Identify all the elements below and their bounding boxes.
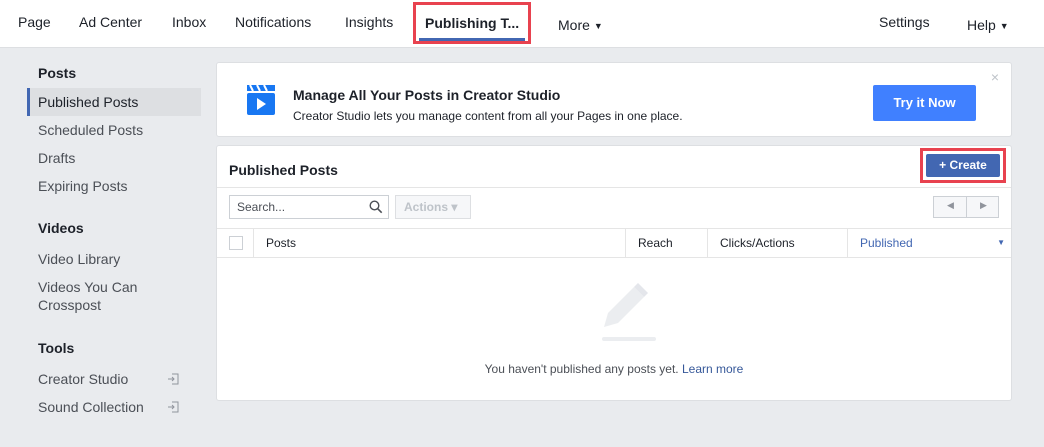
column-header-published-label: Published	[860, 236, 913, 250]
banner-subtitle: Creator Studio lets you manage content f…	[293, 109, 683, 123]
sidebar-item-videos-crosspost[interactable]: Videos You Can Crosspost	[38, 278, 168, 314]
pagination: ◀ ▶	[933, 196, 999, 218]
external-link-icon	[168, 373, 179, 385]
sidebar-item-expiring-posts[interactable]: Expiring Posts	[38, 177, 127, 195]
nav-ad-center[interactable]: Ad Center	[79, 14, 142, 30]
table-header: Posts Reach Clicks/Actions Published ▼	[217, 228, 1011, 258]
creator-studio-icon	[247, 85, 275, 115]
pager-divider	[966, 197, 967, 217]
top-navigation: Page Ad Center Inbox Notifications Insig…	[0, 0, 1044, 48]
try-it-now-button[interactable]: Try it Now	[873, 85, 976, 121]
pencil-icon	[602, 283, 656, 341]
sidebar-item-published-posts[interactable]: Published Posts	[38, 93, 138, 111]
nav-help-label: Help	[967, 17, 996, 33]
nav-help[interactable]: Help ▼	[967, 17, 1009, 33]
active-tab-indicator	[419, 38, 525, 41]
sidebar-item-scheduled-posts[interactable]: Scheduled Posts	[38, 121, 143, 139]
nav-notifications[interactable]: Notifications	[235, 14, 311, 30]
column-header-published[interactable]: Published ▼	[847, 229, 1011, 257]
search-input[interactable]	[230, 196, 360, 218]
search-box	[229, 195, 389, 219]
chevron-left-icon[interactable]: ◀	[947, 200, 954, 211]
external-link-icon	[168, 401, 179, 413]
caret-down-icon: ▼	[999, 21, 1009, 31]
published-posts-panel: Published Posts + Create Actions ▾ ◀ ▶ P…	[216, 145, 1012, 401]
nav-inbox[interactable]: Inbox	[172, 14, 206, 30]
sidebar-heading-posts: Posts	[38, 65, 77, 81]
create-button-highlight: + Create	[920, 148, 1006, 183]
divider	[217, 187, 1011, 188]
empty-state-message: You haven't published any posts yet. Lea…	[217, 362, 1011, 376]
banner-title: Manage All Your Posts in Creator Studio	[293, 87, 561, 103]
nav-more[interactable]: More ▼	[558, 17, 603, 33]
nav-page[interactable]: Page	[18, 14, 51, 30]
column-header-posts[interactable]: Posts	[253, 229, 625, 257]
column-header-reach[interactable]: Reach	[625, 229, 707, 257]
sidebar-item-video-library[interactable]: Video Library	[38, 250, 120, 268]
sort-caret-icon: ▼	[997, 238, 1005, 247]
create-button[interactable]: + Create	[926, 154, 1000, 177]
actions-dropdown[interactable]: Actions ▾	[395, 195, 471, 219]
sidebar-heading-tools: Tools	[38, 340, 75, 356]
sidebar-item-drafts[interactable]: Drafts	[38, 149, 75, 167]
nav-publishing-tools[interactable]: Publishing T...	[413, 2, 531, 44]
nav-publishing-tools-label: Publishing T...	[425, 15, 520, 31]
empty-state-text: You haven't published any posts yet.	[484, 362, 679, 376]
chevron-right-icon[interactable]: ▶	[980, 200, 987, 211]
select-all-checkbox[interactable]	[229, 236, 243, 250]
learn-more-link[interactable]: Learn more	[682, 362, 743, 376]
nav-insights[interactable]: Insights	[345, 14, 393, 30]
sidebar-heading-videos: Videos	[38, 220, 84, 236]
nav-settings[interactable]: Settings	[879, 14, 930, 30]
column-header-clicks-actions[interactable]: Clicks/Actions	[707, 229, 847, 257]
search-icon[interactable]	[369, 200, 383, 214]
panel-title: Published Posts	[229, 162, 338, 178]
close-icon[interactable]: ×	[991, 69, 999, 85]
caret-down-icon: ▼	[593, 21, 603, 31]
sidebar-item-sound-collection[interactable]: Sound Collection	[38, 398, 144, 416]
creator-studio-banner: Manage All Your Posts in Creator Studio …	[216, 62, 1012, 137]
sidebar-item-creator-studio[interactable]: Creator Studio	[38, 370, 128, 388]
nav-more-label: More	[558, 17, 590, 33]
